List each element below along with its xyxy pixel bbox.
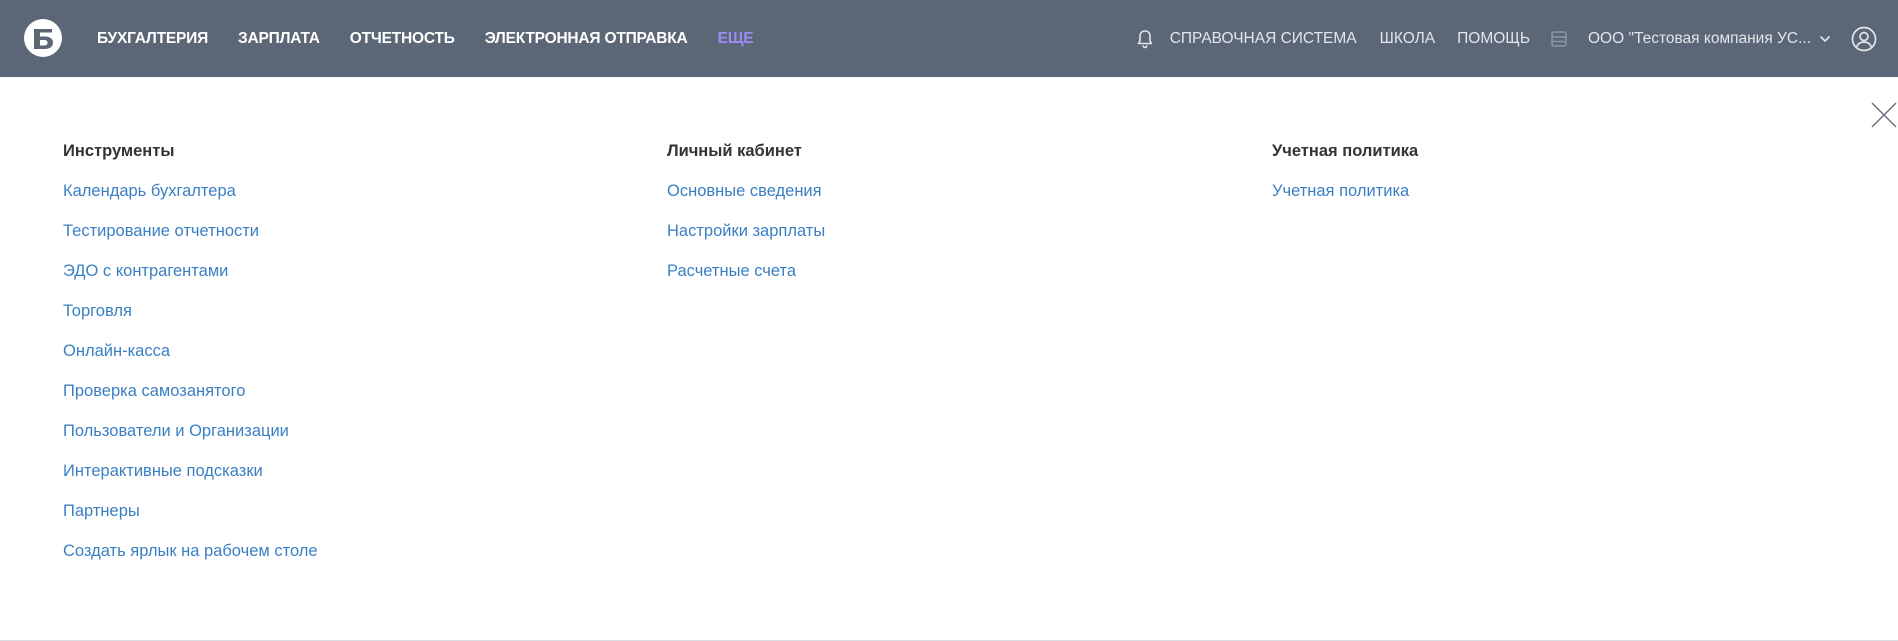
company-selector[interactable]: ООО "Тестовая компания УС... xyxy=(1588,30,1831,48)
link-self-employed-check[interactable]: Проверка самозанятого xyxy=(63,381,318,401)
link-salary-settings[interactable]: Настройки зарплаты xyxy=(667,221,825,241)
menu-column-accounting-policy: Учетная политика Учетная политика xyxy=(1272,141,1418,221)
company-name: ООО "Тестовая компания УС... xyxy=(1588,29,1811,47)
column-title-tools: Инструменты xyxy=(63,142,175,160)
link-users-organizations[interactable]: Пользователи и Организации xyxy=(63,421,318,441)
nav-item-more[interactable]: ЕЩЕ xyxy=(718,30,754,48)
link-accounting-policy[interactable]: Учетная политика xyxy=(1272,181,1418,201)
column-title-accounting-policy: Учетная политика xyxy=(1272,142,1419,160)
link-edo-counterparties[interactable]: ЭДО с контрагентами xyxy=(63,261,318,281)
link-basic-info[interactable]: Основные сведения xyxy=(667,181,825,201)
nav-item-salary[interactable]: ЗАРПЛАТА xyxy=(238,30,320,48)
nav-item-electronic-sending[interactable]: ЭЛЕКТРОННАЯ ОТПРАВКА xyxy=(485,30,688,48)
main-nav: БУХГАЛТЕРИЯ ЗАРПЛАТА ОТЧЕТНОСТЬ ЭЛЕКТРОН… xyxy=(97,0,783,77)
close-icon[interactable] xyxy=(1870,101,1898,129)
link-trade[interactable]: Торговля xyxy=(63,301,318,321)
user-icon[interactable] xyxy=(1851,26,1877,52)
top-navigation-bar: БУХГАЛТЕРИЯ ЗАРПЛАТА ОТЧЕТНОСТЬ ЭЛЕКТРОН… xyxy=(0,0,1898,77)
help-link[interactable]: ПОМОЩЬ xyxy=(1457,30,1530,48)
reference-system-link[interactable]: СПРАВОЧНАЯ СИСТЕМА xyxy=(1170,30,1357,48)
link-create-desktop-shortcut[interactable]: Создать ярлык на рабочем столе xyxy=(63,541,318,561)
link-report-testing[interactable]: Тестирование отчетности xyxy=(63,221,318,241)
link-online-cashbox[interactable]: Онлайн-касса xyxy=(63,341,318,361)
link-bank-accounts[interactable]: Расчетные счета xyxy=(667,261,825,281)
school-link[interactable]: ШКОЛА xyxy=(1380,30,1435,48)
menu-column-tools: Инструменты Календарь бухгалтера Тестиро… xyxy=(63,141,318,581)
link-interactive-hints[interactable]: Интерактивные подсказки xyxy=(63,461,318,481)
nav-item-reporting[interactable]: ОТЧЕТНОСТЬ xyxy=(350,30,455,48)
link-accountant-calendar[interactable]: Календарь бухгалтера xyxy=(63,181,318,201)
logo-icon[interactable] xyxy=(23,18,63,58)
chevron-down-icon xyxy=(1819,35,1831,42)
bell-icon[interactable] xyxy=(1136,29,1154,49)
nav-item-accounting[interactable]: БУХГАЛТЕРИЯ xyxy=(97,30,208,48)
column-title-personal-account: Личный кабинет xyxy=(667,142,802,160)
link-partners[interactable]: Партнеры xyxy=(63,501,318,521)
menu-column-personal-account: Личный кабинет Основные сведения Настрой… xyxy=(667,141,825,301)
archive-icon[interactable] xyxy=(1550,30,1568,48)
header-right-controls: СПРАВОЧНАЯ СИСТЕМА ШКОЛА ПОМОЩЬ ООО "Тес… xyxy=(1136,0,1898,77)
